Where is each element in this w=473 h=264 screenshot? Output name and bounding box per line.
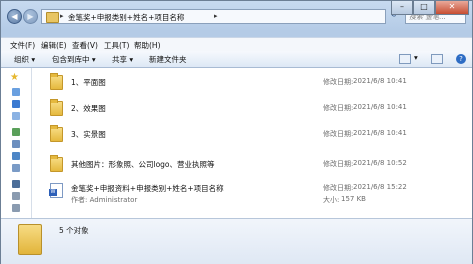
nav-downloads-icon[interactable] — [12, 100, 20, 108]
organize-button[interactable]: 组织 ▾ — [14, 54, 35, 65]
favorites-star-icon[interactable]: ★ — [10, 72, 19, 83]
nav-drive-icon[interactable] — [12, 192, 20, 200]
nav-recent-icon[interactable] — [12, 112, 20, 120]
close-button[interactable]: ✕ — [435, 1, 469, 15]
modified-date: 2021/6/8 10:41 — [353, 103, 407, 111]
menu-file[interactable]: 文件(F) — [10, 40, 35, 51]
breadcrumb-separator: ▸ — [60, 12, 64, 20]
nav-documents-icon[interactable] — [12, 140, 20, 148]
modified-label: 修改日期: — [323, 160, 354, 168]
folder-icon — [50, 125, 63, 142]
item-count: 5 个对象 — [59, 226, 89, 235]
details-pane: 5 个对象 — [1, 218, 472, 264]
file-list: 1、平面图 修改日期: 2021/6/8 10:41 2、效果图 修改日期: 2… — [32, 68, 472, 218]
forward-button[interactable]: ▶ — [23, 9, 38, 24]
list-item[interactable]: W 金笔奖+申报资料+申报类别+姓名+项目名称 作者: Administrato… — [44, 181, 460, 207]
modified-date: 2021/6/8 10:52 — [353, 159, 407, 167]
window-controls: – □ ✕ — [391, 1, 469, 15]
include-in-library-button[interactable]: 包含到库中 ▾ — [52, 54, 96, 65]
list-item[interactable]: 2、效果图 修改日期: 2021/6/8 10:41 — [44, 99, 460, 119]
nav-pictures-icon[interactable] — [12, 164, 20, 172]
list-item[interactable]: 3、实景图 修改日期: 2021/6/8 10:41 — [44, 125, 460, 145]
item-name: 其他图片：形象照、公司logo、营业执照等 — [71, 160, 215, 169]
nav-computer-icon[interactable] — [12, 180, 20, 188]
folder-icon — [18, 224, 42, 255]
item-name: 1、平面图 — [71, 78, 106, 87]
nav-drive-icon[interactable] — [12, 204, 20, 212]
modified-date: 2021/6/8 10:41 — [353, 77, 407, 85]
folder-icon — [50, 155, 63, 172]
help-icon[interactable]: ? — [456, 54, 466, 64]
item-name: 金笔奖+申报资料+申报类别+姓名+项目名称 — [71, 184, 224, 193]
preview-pane-icon[interactable] — [431, 54, 443, 64]
breadcrumb[interactable]: 金笔奖+申报类别+姓名+项目名称 — [68, 12, 184, 23]
view-options-icon[interactable] — [399, 54, 411, 64]
menu-view[interactable]: 查看(V) — [72, 40, 98, 51]
navigation-pane[interactable]: ★ — [1, 68, 32, 218]
maximize-button[interactable]: □ — [413, 1, 435, 15]
size-label: 大小: — [323, 196, 340, 204]
item-name: 3、实景图 — [71, 130, 106, 139]
item-author: 作者: Administrator — [71, 196, 138, 204]
nav-music-icon[interactable] — [12, 152, 20, 160]
modified-label: 修改日期: — [323, 78, 354, 86]
nav-desktop-icon[interactable] — [12, 88, 20, 96]
new-folder-button[interactable]: 新建文件夹 — [149, 54, 187, 65]
minimize-button[interactable]: – — [391, 1, 413, 15]
menu-help[interactable]: 帮助(H) — [134, 40, 161, 51]
back-button[interactable]: ◀ — [7, 9, 22, 24]
menu-bar: 文件(F) 编辑(E) 查看(V) 工具(T) 帮助(H) — [1, 37, 472, 51]
modified-label: 修改日期: — [323, 104, 354, 112]
list-item[interactable]: 其他图片：形象照、公司logo、营业执照等 修改日期: 2021/6/8 10:… — [44, 155, 460, 175]
breadcrumb-dropdown-icon[interactable]: ▸ — [214, 12, 218, 20]
folder-icon — [46, 12, 59, 23]
address-row: ◀ ▶ ▸ 金笔奖+申报类别+姓名+项目名称 ▸ ⟳ 搜索 金笔... – □ … — [1, 1, 472, 32]
modified-date: 2021/6/8 10:41 — [353, 129, 407, 137]
menu-edit[interactable]: 编辑(E) — [41, 40, 67, 51]
nav-libraries-icon[interactable] — [12, 128, 20, 136]
word-document-icon: W — [49, 183, 63, 198]
item-name: 2、效果图 — [71, 104, 106, 113]
address-bar[interactable]: ▸ 金笔奖+申报类别+姓名+项目名称 ▸ — [41, 9, 386, 24]
menu-tools[interactable]: 工具(T) — [104, 40, 129, 51]
file-size: 157 KB — [341, 195, 366, 203]
folder-icon — [50, 99, 63, 116]
modified-date: 2021/6/8 15:22 — [353, 183, 407, 191]
folder-icon — [50, 73, 63, 90]
explorer-window: ◀ ▶ ▸ 金笔奖+申报类别+姓名+项目名称 ▸ ⟳ 搜索 金笔... – □ … — [0, 0, 473, 264]
view-dropdown-icon[interactable]: ▾ — [414, 53, 418, 62]
command-bar: 组织 ▾ 包含到库中 ▾ 共享 ▾ 新建文件夹 ▾ ? — [1, 51, 472, 68]
share-button[interactable]: 共享 ▾ — [112, 54, 133, 65]
list-item[interactable]: 1、平面图 修改日期: 2021/6/8 10:41 — [44, 73, 460, 93]
modified-label: 修改日期: — [323, 130, 354, 138]
modified-label: 修改日期: — [323, 184, 354, 192]
